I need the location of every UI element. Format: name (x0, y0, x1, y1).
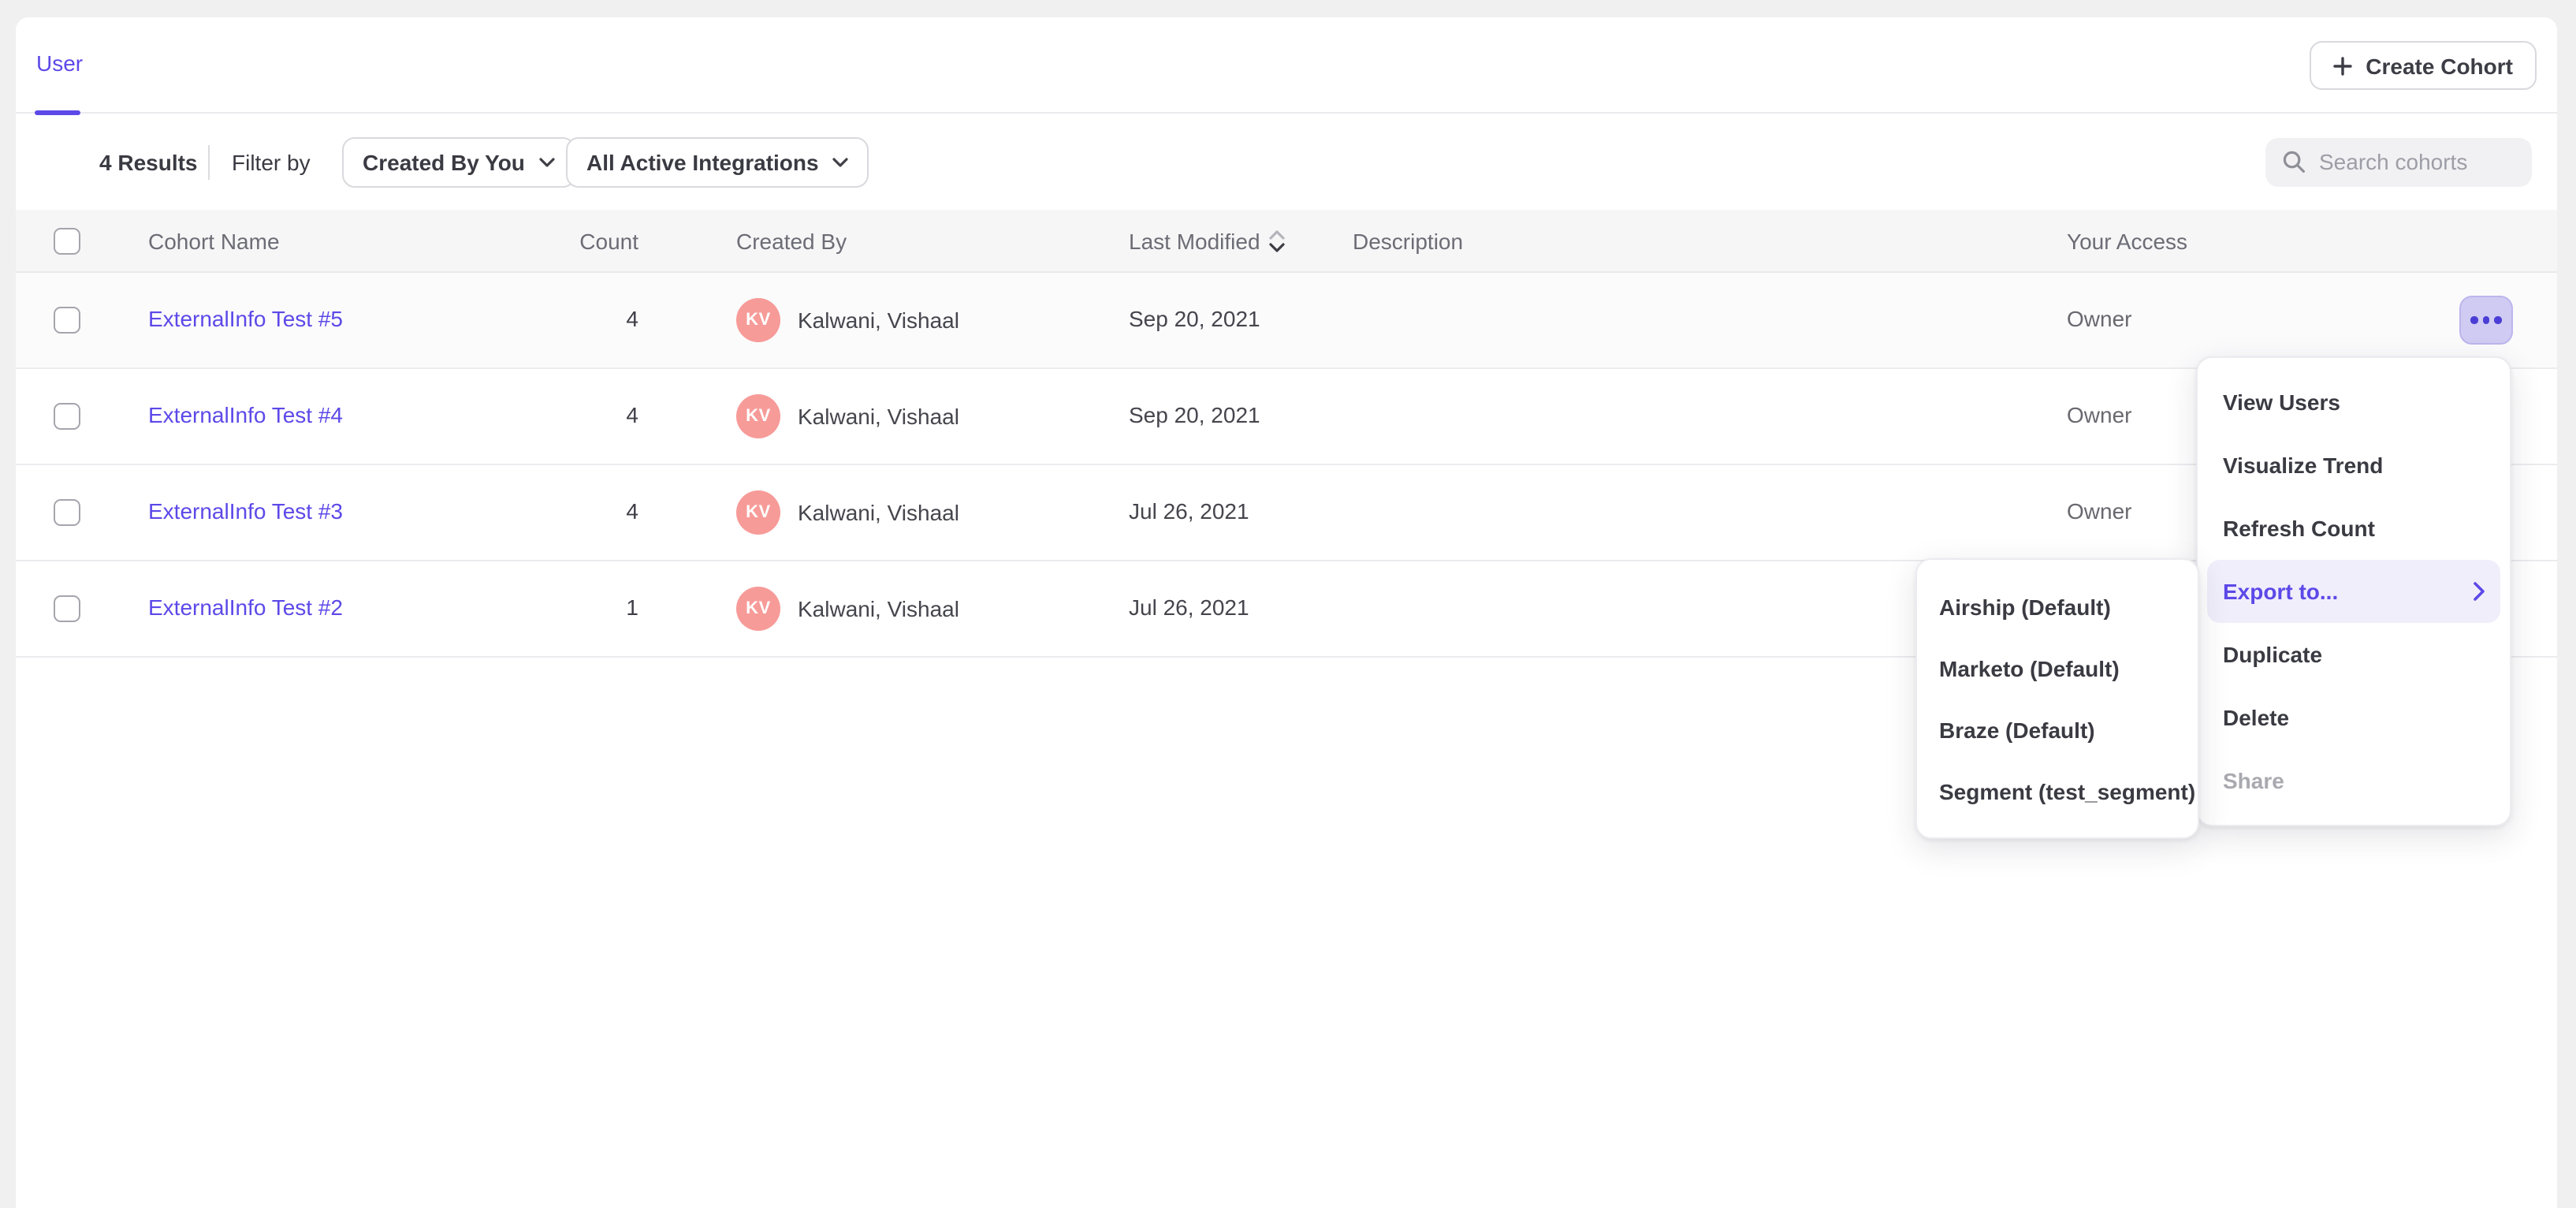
tab-user[interactable]: User (36, 50, 83, 76)
column-description[interactable]: Description (1353, 228, 1463, 253)
cohort-count: 4 (626, 402, 638, 427)
cohort-name-link[interactable]: ExternalInfo Test #2 (148, 595, 343, 620)
table-row: ExternalInfo Test #5 4 KV Kalwani, Vishaa… (16, 273, 2557, 369)
tab-bar: User Create Cohort (16, 17, 2557, 114)
chevron-down-icon (833, 157, 849, 166)
chevron-right-icon (2474, 582, 2485, 601)
menu-item-refresh-count[interactable]: Refresh Count (2198, 497, 2510, 560)
creator-name: Kalwani, Vishaal (798, 404, 959, 429)
submenu-item-braze[interactable]: Braze (Default) (1917, 699, 2198, 760)
menu-item-share: Share (2198, 749, 2510, 812)
column-your-access[interactable]: Your Access (2067, 228, 2187, 253)
integrations-dropdown-label: All Active Integrations (586, 149, 819, 174)
column-last-modified[interactable]: Last Modified (1129, 228, 1286, 253)
avatar: KV (736, 298, 780, 342)
table-header: Cohort Name Count Created By Last Modifi… (16, 210, 2557, 273)
plus-icon (2332, 56, 2351, 75)
column-count[interactable]: Count (457, 228, 638, 253)
column-last-modified-label: Last Modified (1129, 228, 1260, 253)
cohorts-page: User Create Cohort 4 Results Filter by C… (0, 0, 2576, 1208)
cohort-count: 4 (626, 498, 638, 524)
filter-divider (208, 144, 210, 179)
integrations-dropdown[interactable]: All Active Integrations (566, 136, 869, 187)
select-all-checkbox[interactable] (54, 227, 80, 254)
avatar: KV (736, 587, 780, 631)
created-by-dropdown[interactable]: Created By You (342, 136, 575, 187)
search-cohorts-box[interactable] (2265, 137, 2532, 186)
column-cohort-name[interactable]: Cohort Name (148, 228, 280, 253)
submenu-item-marketo[interactable]: Marketo (Default) (1917, 637, 2198, 699)
submenu-item-segment[interactable]: Segment (test_segment) (1917, 760, 2198, 822)
row-actions-button[interactable] (2459, 296, 2513, 345)
created-by-dropdown-label: Created By You (363, 149, 525, 174)
submenu-item-airship[interactable]: Airship (Default) (1917, 576, 2198, 637)
results-count: 4 Results (99, 149, 198, 174)
creator-name: Kalwani, Vishaal (798, 308, 959, 333)
search-cohorts-input[interactable] (2319, 149, 2508, 174)
last-modified-date: Sep 20, 2021 (1129, 306, 1260, 331)
last-modified-date: Jul 26, 2021 (1129, 595, 1249, 620)
cohort-count: 1 (626, 595, 638, 620)
row-checkbox[interactable] (54, 499, 80, 526)
last-modified-date: Sep 20, 2021 (1129, 402, 1260, 427)
access-value: Owner (2067, 498, 2131, 524)
filter-bar: 4 Results Filter by Created By You All A… (16, 114, 2557, 210)
row-context-menu: View Users Visualize Trend Refresh Count… (2196, 356, 2511, 826)
avatar: KV (736, 490, 780, 535)
creator-name: Kalwani, Vishaal (798, 596, 959, 621)
menu-item-delete[interactable]: Delete (2198, 686, 2510, 749)
export-submenu: Airship (Default) Marketo (Default) Braz… (1915, 558, 2199, 839)
access-value: Owner (2067, 306, 2131, 331)
row-checkbox[interactable] (54, 403, 80, 430)
row-checkbox[interactable] (54, 595, 80, 622)
menu-item-visualize-trend[interactable]: Visualize Trend (2198, 434, 2510, 497)
search-icon (2281, 149, 2306, 174)
row-checkbox[interactable] (54, 307, 80, 334)
ellipsis-icon (2471, 317, 2478, 324)
avatar: KV (736, 394, 780, 438)
menu-item-export-to[interactable]: Export to... (2207, 560, 2500, 623)
cohort-name-link[interactable]: ExternalInfo Test #4 (148, 402, 343, 427)
cohort-name-link[interactable]: ExternalInfo Test #3 (148, 498, 343, 524)
table-row: ExternalInfo Test #3 4 KV Kalwani, Vishaa… (16, 465, 2557, 561)
create-cohort-button[interactable]: Create Cohort (2309, 41, 2537, 90)
create-cohort-label: Create Cohort (2366, 53, 2513, 78)
filter-by-label: Filter by (232, 149, 311, 174)
sort-icon[interactable] (1270, 229, 1286, 252)
access-value: Owner (2067, 402, 2131, 427)
menu-item-duplicate[interactable]: Duplicate (2198, 623, 2510, 686)
menu-item-export-to-label: Export to... (2223, 579, 2338, 604)
cohort-count: 4 (626, 306, 638, 331)
cohort-name-link[interactable]: ExternalInfo Test #5 (148, 306, 343, 331)
menu-item-view-users[interactable]: View Users (2198, 371, 2510, 434)
chevron-down-icon (539, 157, 555, 166)
column-created-by[interactable]: Created By (736, 228, 847, 253)
table-row: ExternalInfo Test #4 4 KV Kalwani, Vishaa… (16, 369, 2557, 465)
creator-name: Kalwani, Vishaal (798, 500, 959, 525)
last-modified-date: Jul 26, 2021 (1129, 498, 1249, 524)
